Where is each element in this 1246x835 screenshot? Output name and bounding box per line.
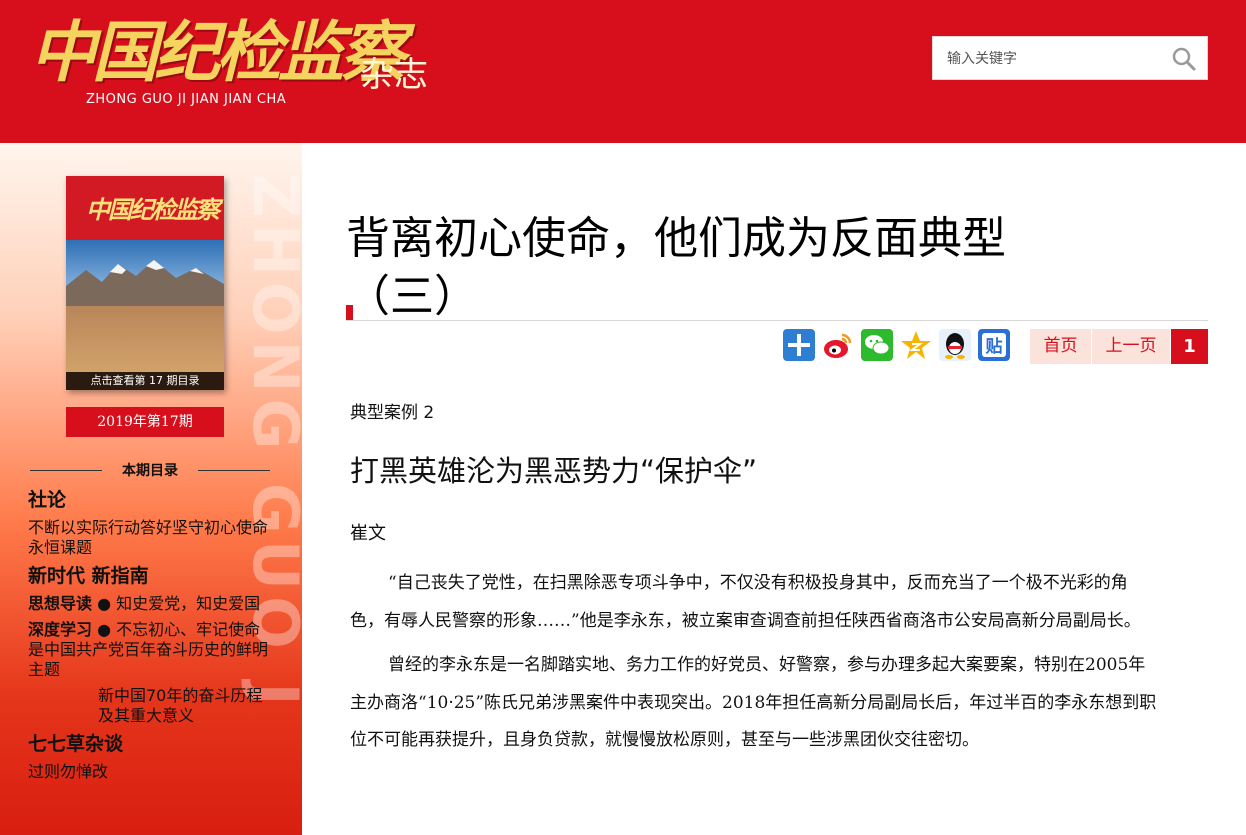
toc-link-text: ● 知史爱党，知史爱国 — [92, 594, 261, 613]
title-divider — [346, 320, 1208, 321]
plus-share-icon[interactable] — [783, 329, 815, 361]
qq-icon[interactable] — [939, 329, 971, 361]
svg-text:贴: 贴 — [986, 336, 1003, 357]
toc-section-title[interactable]: 七七草杂谈 — [28, 732, 274, 756]
wechat-icon[interactable] — [861, 329, 893, 361]
pager-current-page[interactable]: 1 — [1171, 329, 1208, 364]
issue-badge[interactable]: 2019年第17期 — [66, 407, 224, 437]
site-header: 中国纪检监察 杂志 ZHONG GUO JI JIAN JIAN CHA — [0, 0, 1246, 143]
article-paragraph: 曾经的李永东是一名脚踏实地、务力工作的好党员、好警察，参与办理多起大案要案，特别… — [350, 655, 1157, 750]
search-box — [932, 36, 1208, 81]
pager-home-button[interactable]: 首页 — [1030, 329, 1091, 364]
tieba-icon[interactable]: 贴 — [978, 329, 1010, 361]
toc-heading: 本期目录 — [30, 460, 270, 480]
article-paragraph: “自己丧失了党性，在扫黑除恶专项斗争中，不仅没有积极投身其中，反而充当了一个极不… — [350, 573, 1141, 631]
qzone-icon[interactable] — [900, 329, 932, 361]
article-author: 崔文 — [350, 523, 386, 544]
article-category: 典型案例 2 — [350, 403, 435, 423]
toc-link[interactable]: 思想导读 ● 知史爱党，知史爱国 — [28, 594, 274, 614]
search-icon[interactable] — [1171, 46, 1197, 72]
toc-link-text: 不断以实际行动答好坚守初心使命永恒课题 — [28, 518, 269, 557]
search-input[interactable] — [945, 37, 1169, 81]
article-main: 背离初心使命，他们成为反面典型（三） 贴 首页 上一页 1 典型案例 2 打黑英… — [346, 143, 1208, 835]
article-subtitle: 打黑英雄沦为黑恶势力“保护伞” — [350, 454, 758, 488]
toc-link-column: 深度学习 — [28, 620, 93, 639]
toc-link-text: 新中国70年的奋斗历程及其重大意义 — [98, 686, 263, 725]
article-title: 背离初心使命，他们成为反面典型（三） — [346, 213, 1006, 323]
toc-link[interactable]: 不断以实际行动答好坚守初心使命永恒课题 — [28, 518, 274, 558]
article-body: “自己丧失了党性，在扫黑除恶专项斗争中，不仅没有积极投身其中，反而充当了一个极不… — [350, 565, 1158, 767]
toc-section-title[interactable]: 新时代 新指南 — [28, 564, 274, 588]
toc-section-title[interactable]: 社论 — [28, 488, 274, 512]
toc-link[interactable]: 新中国70年的奋斗历程及其重大意义 — [28, 686, 274, 726]
toc-link-column: 思想导读 — [28, 594, 93, 613]
logo-text: 中国纪检监察 — [30, 13, 406, 91]
pager-prev-button[interactable]: 上一页 — [1092, 329, 1170, 364]
toc-link[interactable]: 过则勿惮改 — [28, 762, 274, 782]
sidebar: ZHONG GUO J 中国纪检监察 点击查看第 17 期目录 2019年第17… — [0, 143, 302, 835]
logo-suffix: 杂志 — [360, 55, 428, 95]
toc-list: 社论 不断以实际行动答好坚守初心使命永恒课题 新时代 新指南 思想导读 ● 知史… — [28, 488, 274, 788]
cover-title: 中国纪检监察 — [86, 195, 220, 224]
cover-toc-link[interactable]: 点击查看第 17 期目录 — [66, 372, 224, 390]
magazine-cover[interactable]: 中国纪检监察 点击查看第 17 期目录 — [66, 176, 224, 390]
logo-pinyin: ZHONG GUO JI JIAN JIAN CHA — [86, 92, 287, 107]
weibo-icon[interactable] — [822, 329, 854, 361]
toc-link[interactable]: 深度学习 ● 不忘初心、牢记使命是中国共产党百年奋斗历史的鲜明主题 — [28, 620, 274, 680]
toc-link-text: 过则勿惮改 — [28, 762, 109, 781]
title-accent-mark — [346, 305, 353, 321]
